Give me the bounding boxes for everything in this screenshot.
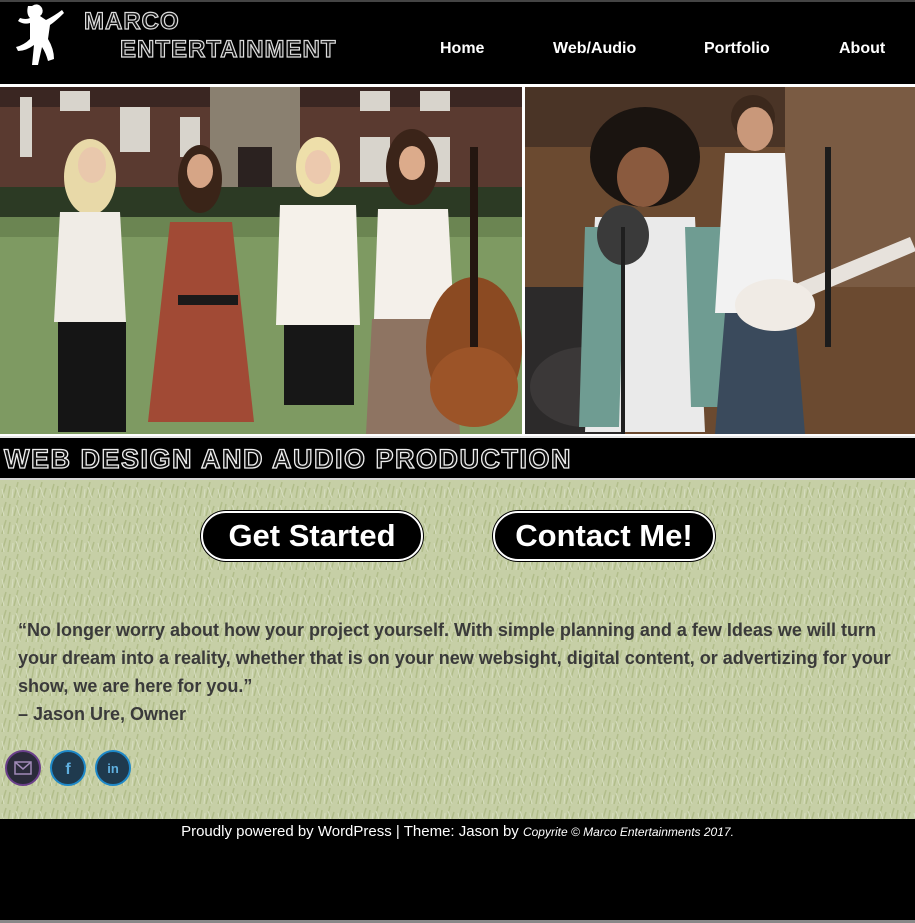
nav-portfolio[interactable]: Portfolio [704,40,770,58]
tagline-banner: WEB DESIGN AND AUDIO PRODUCTION [0,436,915,478]
svg-text:in: in [107,761,119,776]
brand-name-line2[interactable]: ENTERTAINMENT [119,35,337,64]
testimonial-author: – Jason Ure, Owner [18,704,187,724]
nav-about[interactable]: About [839,40,885,58]
hero-section [0,84,915,436]
site-footer: Proudly powered by WordPress | Theme: Ja… [0,819,915,923]
footer-credits: Proudly powered by WordPress | Theme: Ja… [0,823,915,840]
mail-icon[interactable] [5,750,41,786]
copyright-text: Copyrite © Marco Entertainments 2017. [522,825,734,839]
site-header: MARCO ENTERTAINMENT Home Web/Audio Portf… [0,2,915,84]
footer-separator: | [395,823,400,840]
brand-name-line1[interactable]: MARCO [83,7,180,36]
get-started-button[interactable]: Get Started [201,511,423,561]
nav-web-audio[interactable]: Web/Audio [553,40,636,58]
linkedin-icon[interactable]: in [95,750,131,786]
dancer-logo-icon[interactable] [8,2,66,80]
nav-home[interactable]: Home [440,40,484,58]
contact-button[interactable]: Contact Me! [493,511,715,561]
svg-text:f: f [65,761,71,778]
wordpress-link[interactable]: Proudly powered by WordPress [181,823,392,840]
testimonial: “No longer worry about how your project … [18,616,898,728]
facebook-icon[interactable]: f [50,750,86,786]
testimonial-text: “No longer worry about how your project … [18,620,891,696]
studio-singers-photo [525,87,915,434]
content-section: Get Started Contact Me! “No longer worry… [0,478,915,819]
theme-credit[interactable]: Theme: Jason by [404,823,519,840]
tagline-text: WEB DESIGN AND AUDIO PRODUCTION [3,443,573,474]
string-quartet-photo [0,87,522,434]
